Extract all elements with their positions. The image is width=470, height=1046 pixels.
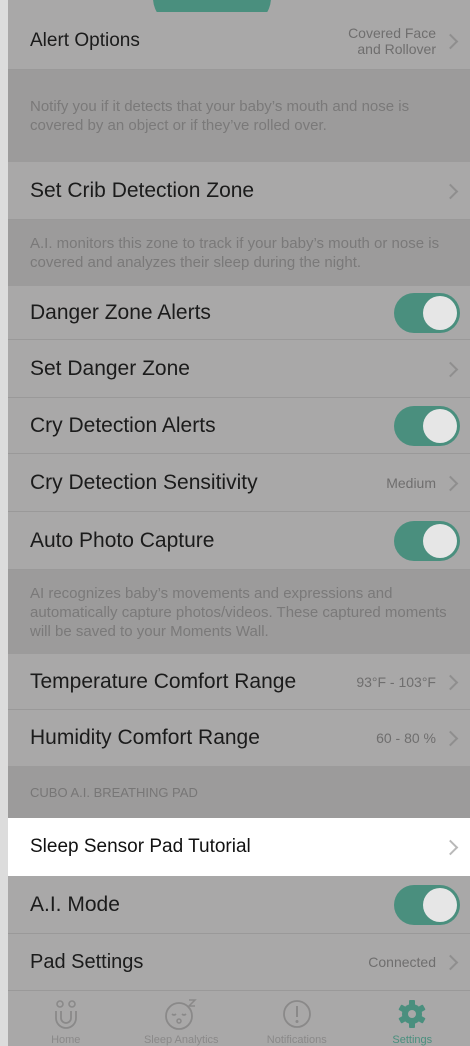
cry-detection-sensitivity-value: Medium (386, 474, 436, 491)
alert-options-label: Alert Options (30, 29, 140, 51)
set-crib-detection-zone-label: Set Crib Detection Zone (30, 178, 255, 202)
danger-zone-alerts-label: Danger Zone Alerts (30, 300, 211, 324)
cry-detection-alerts-row: Cry Detection Alerts (8, 398, 470, 454)
auto-photo-capture-row: Auto Photo Capture (8, 512, 470, 570)
chevron-right-icon (444, 731, 458, 745)
crib-zone-description: A.I. monitors this zone to track if your… (8, 220, 470, 286)
temperature-comfort-range-label: Temperature Comfort Range (30, 669, 297, 693)
ai-mode-row: A.I. Mode (8, 876, 470, 934)
chevron-right-icon (444, 955, 458, 969)
set-danger-zone-label: Set Danger Zone (30, 356, 190, 380)
alert-options-value-line2: and Rollover (357, 40, 436, 57)
alert-options-row[interactable]: Alert Options Covered Face and Rollover (8, 12, 470, 70)
pad-settings-value: Connected (368, 954, 436, 970)
danger-zone-alerts-toggle[interactable] (394, 292, 460, 333)
chevron-right-icon (444, 184, 458, 198)
exclamation-circle-icon (281, 997, 313, 1030)
section-header-breathing-pad: CUBO A.I. BREATHING PAD (8, 766, 470, 818)
sleep-sensor-pad-tutorial-row[interactable]: Sleep Sensor Pad Tutorial (8, 818, 470, 876)
cry-detection-sensitivity-row[interactable]: Cry Detection Sensitivity Medium (8, 454, 470, 512)
chevron-right-icon (444, 675, 458, 689)
settings-screen: Alert Options Covered Face and Rollover … (8, 0, 470, 1046)
alert-options-value-line1: Covered Face (348, 24, 436, 41)
ai-mode-toggle[interactable] (394, 884, 460, 925)
set-crib-detection-zone-row[interactable]: Set Crib Detection Zone (8, 162, 470, 220)
sleep-sensor-pad-tutorial-label: Sleep Sensor Pad Tutorial (30, 836, 251, 857)
tab-notifications[interactable]: Notifications (239, 991, 355, 1046)
chevron-right-icon (444, 34, 458, 48)
cry-detection-alerts-toggle[interactable] (394, 405, 460, 446)
humidity-comfort-range-label: Humidity Comfort Range (30, 726, 260, 749)
temperature-comfort-range-value: 93°F - 103°F (356, 673, 436, 690)
tab-settings-label: Settings (392, 1034, 433, 1046)
danger-zone-alerts-row: Danger Zone Alerts (8, 286, 470, 340)
gear-icon (397, 997, 427, 1030)
chevron-right-icon (444, 840, 458, 854)
tab-sleep-analytics-label: Sleep Analytics (143, 1034, 219, 1046)
tab-settings[interactable]: Settings (355, 991, 470, 1046)
tab-home-label: Home (51, 1034, 81, 1046)
cry-detection-sensitivity-label: Cry Detection Sensitivity (30, 470, 258, 494)
pad-settings-row[interactable]: Pad Settings Connected (8, 934, 470, 990)
humidity-comfort-range-value: 60 - 80 % (376, 730, 436, 746)
temperature-comfort-range-row[interactable]: Temperature Comfort Range 93°F - 103°F (8, 654, 470, 710)
tab-home[interactable]: Home (8, 991, 124, 1046)
cry-detection-alerts-label: Cry Detection Alerts (30, 413, 216, 437)
chevron-right-icon (444, 476, 458, 490)
humidity-comfort-range-row[interactable]: Humidity Comfort Range 60 - 80 % (8, 710, 470, 766)
tab-sleep-analytics[interactable]: Sleep Analytics (124, 991, 240, 1046)
tab-notifications-label: Notifications (266, 1034, 327, 1046)
pad-settings-label: Pad Settings (30, 950, 144, 973)
auto-photo-capture-toggle[interactable] (394, 520, 460, 561)
set-danger-zone-row[interactable]: Set Danger Zone (8, 340, 470, 398)
alert-options-description: Notify you if it detects that your baby’… (8, 70, 470, 162)
auto-photo-capture-label: Auto Photo Capture (30, 528, 215, 552)
alert-options-value: Covered Face and Rollover (348, 25, 436, 57)
chevron-right-icon (444, 362, 458, 376)
home-icon (51, 997, 81, 1030)
bottom-tab-bar: Home Sleep Analytics Notifications Setti… (8, 990, 470, 1046)
ai-mode-label: A.I. Mode (30, 892, 120, 916)
auto-photo-description: AI recognizes baby’s movements and expre… (8, 570, 470, 654)
sleeping-face-icon (163, 997, 199, 1030)
